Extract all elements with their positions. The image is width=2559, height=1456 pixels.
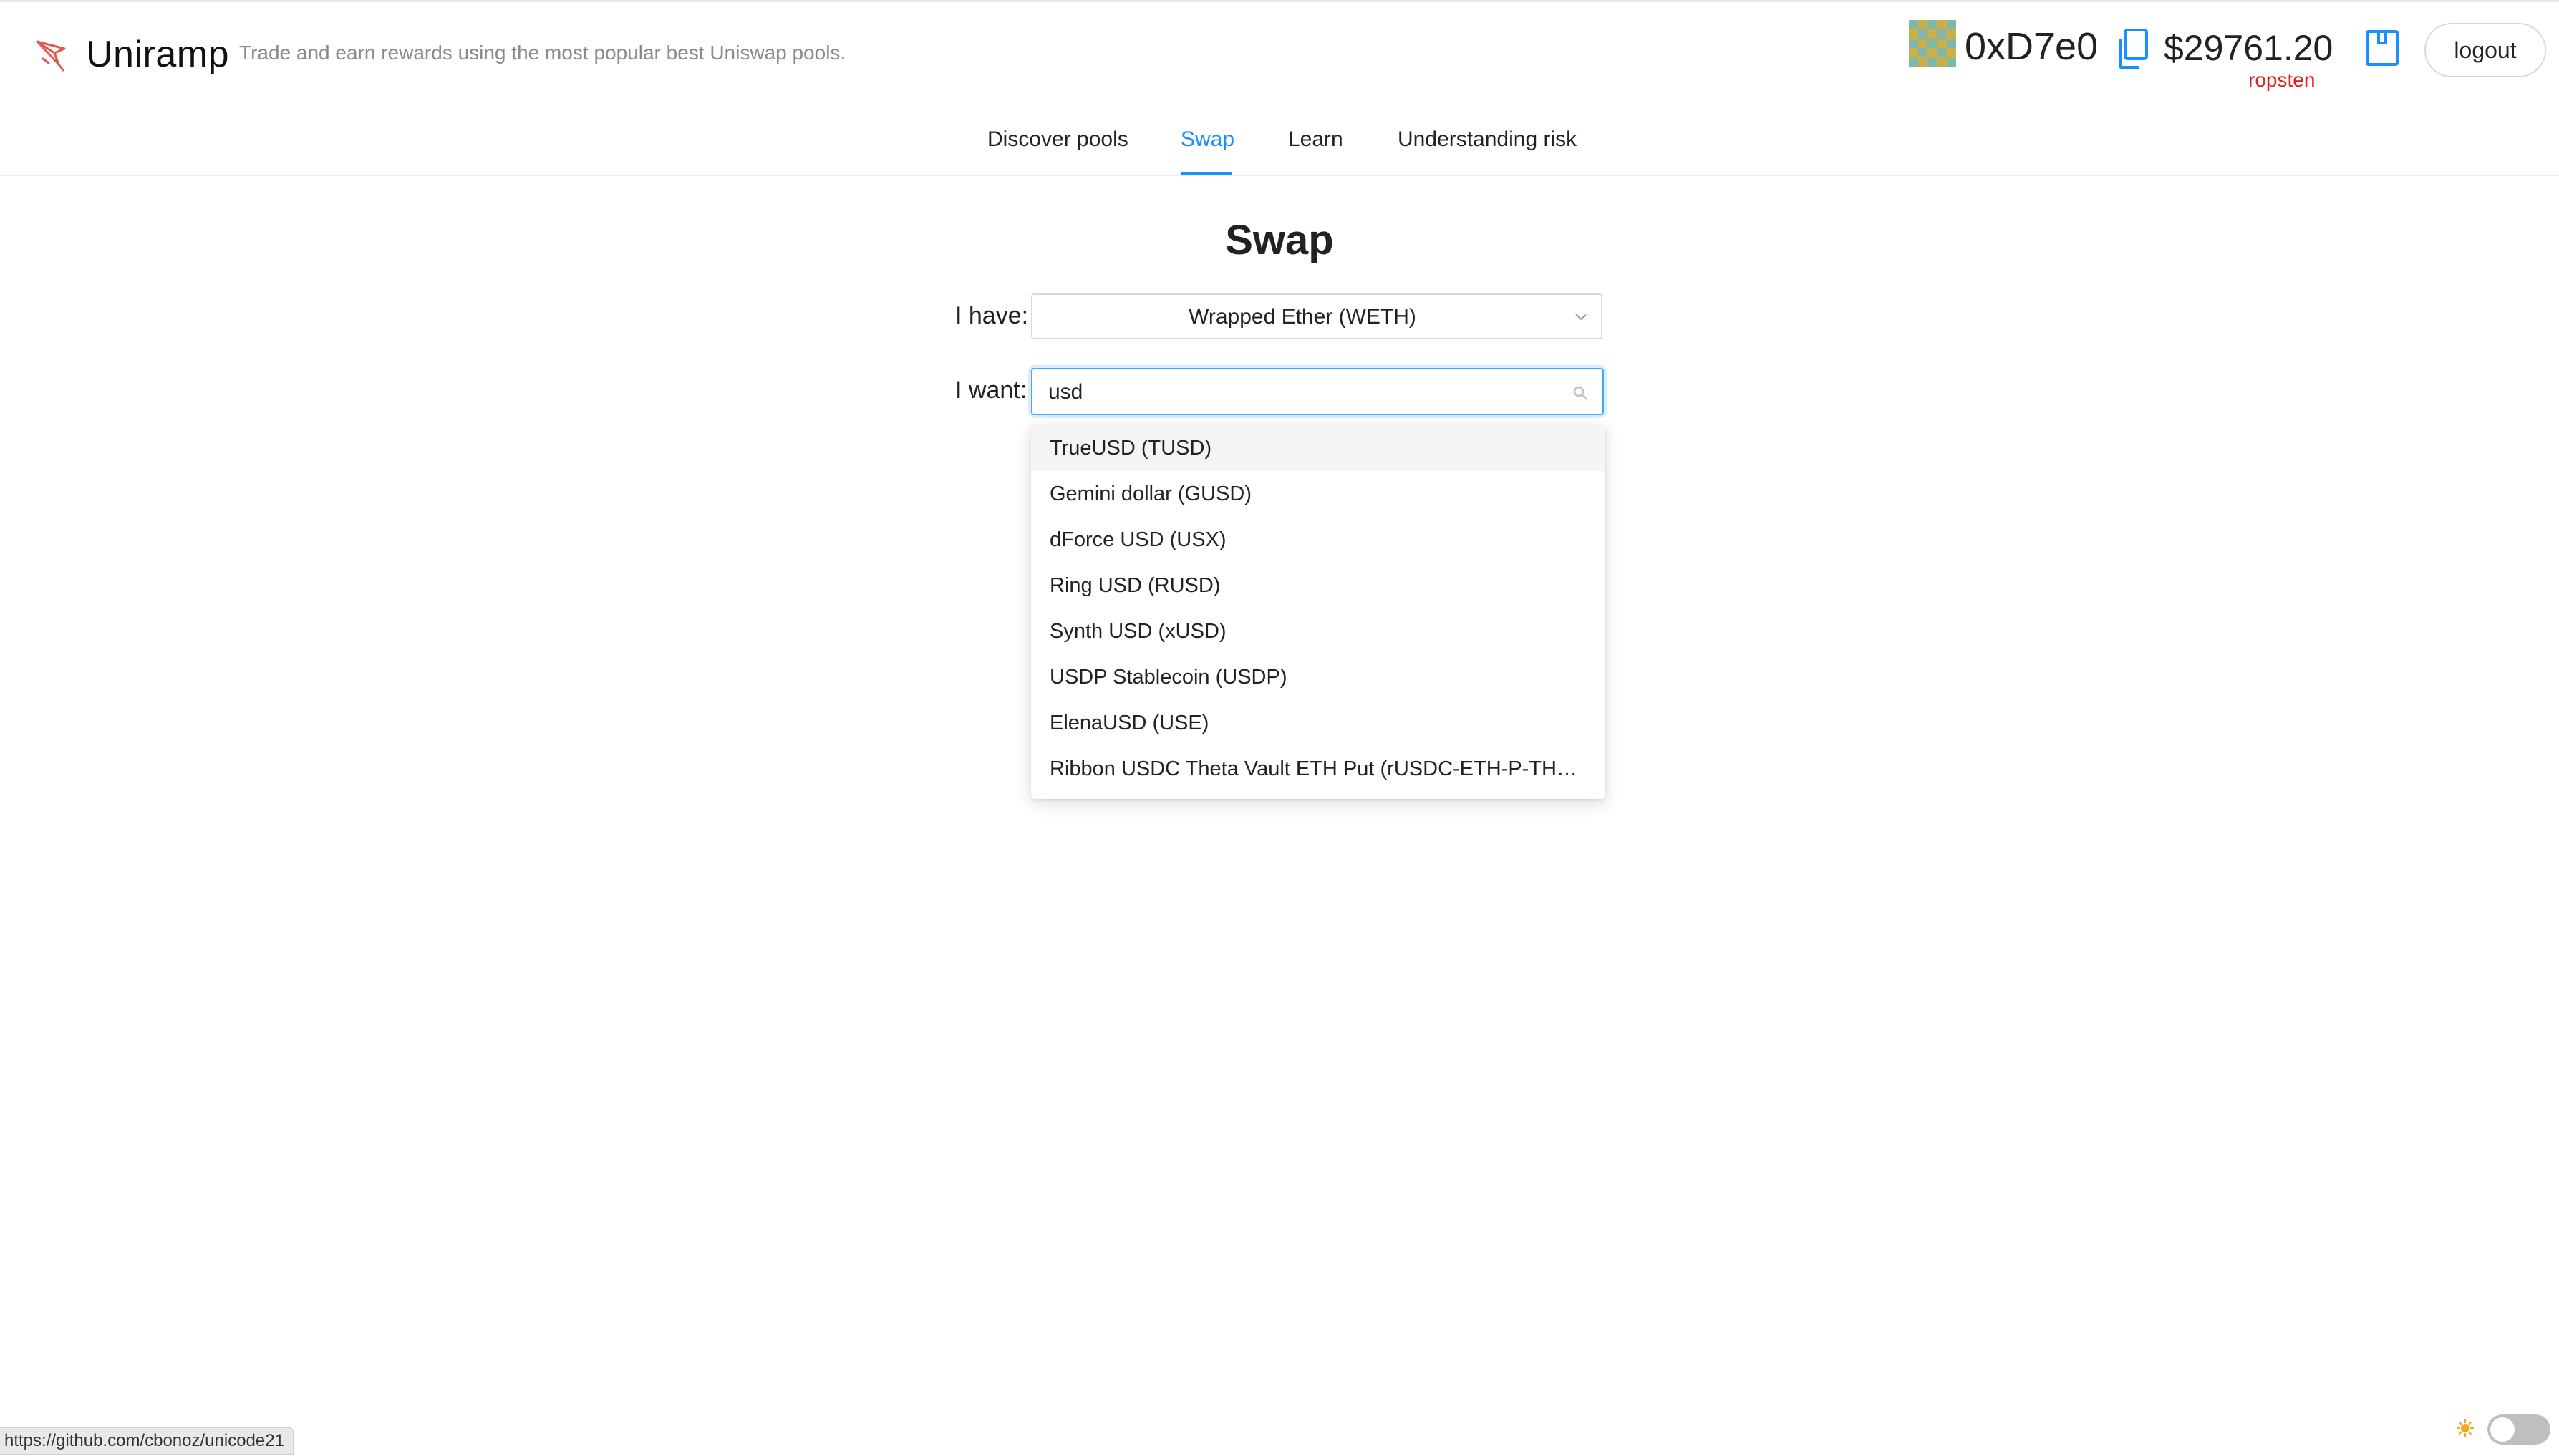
token-option[interactable]: ElenaUSD (USE) xyxy=(1031,700,1605,746)
token-option[interactable]: TrueUSD (TUSD) xyxy=(1031,425,1605,471)
token-option-label: USDP Stablecoin (USDP) xyxy=(1050,666,1287,689)
main-nav: Discover pools Swap Learn Understanding … xyxy=(0,122,2559,175)
chevron-down-icon xyxy=(1575,314,1587,321)
token-option[interactable]: USDP Stablecoin (USDP) xyxy=(1031,654,1605,700)
token-option-label: Gemini dollar (GUSD) xyxy=(1050,482,1252,505)
have-token-select[interactable]: Wrapped Ether (WETH) xyxy=(1031,293,1602,339)
theme-toggle-knob xyxy=(2490,1417,2515,1442)
tab-swap[interactable]: Swap xyxy=(1181,127,1234,152)
want-label: I want: xyxy=(955,377,1027,404)
logout-button[interactable]: logout xyxy=(2424,23,2546,77)
wallet-icon[interactable] xyxy=(2363,29,2401,67)
wallet-address: 0xD7e0 xyxy=(1965,25,2099,68)
app-brand[interactable]: Uniramp xyxy=(86,33,229,76)
account-balance: $29761.20 xyxy=(2164,28,2333,68)
top-border xyxy=(0,0,2559,2)
nav-divider xyxy=(0,175,2559,176)
token-option-label: TrueUSD (TUSD) xyxy=(1050,437,1212,460)
rocket-logo-icon[interactable] xyxy=(33,37,70,74)
token-option-label: ElenaUSD (USE) xyxy=(1050,712,1209,734)
tab-understanding-risk[interactable]: Understanding risk xyxy=(1398,127,1577,152)
token-dropdown: TrueUSD (TUSD) Gemini dollar (GUSD) dFor… xyxy=(1031,425,1605,799)
tab-learn[interactable]: Learn xyxy=(1288,127,1343,152)
token-option-label: Ring USD (RUSD) xyxy=(1050,574,1221,597)
token-option-label: Ribbon USDC Theta Vault ETH Put (rUSDC-E… xyxy=(1050,757,1587,780)
token-option[interactable]: Ribbon USDC Theta Vault ETH Put (rUSDC-E… xyxy=(1031,746,1605,792)
token-option-label: dForce USD (USX) xyxy=(1050,528,1227,551)
token-option[interactable]: dForce USD (USX) xyxy=(1031,517,1605,563)
have-label: I have: xyxy=(955,302,1029,329)
status-bar-url: https://github.com/cbonoz/unicode21 xyxy=(0,1427,294,1455)
search-icon xyxy=(1573,386,1587,400)
token-option[interactable]: Gemini dollar (GUSD) xyxy=(1031,471,1605,517)
copy-icon[interactable] xyxy=(2115,27,2151,72)
app-tagline: Trade and earn rewards using the most po… xyxy=(239,42,846,64)
token-option[interactable]: Ring USD (RUSD) xyxy=(1031,563,1605,608)
page: Uniramp Trade and earn rewards using the… xyxy=(0,0,2559,1456)
token-option-label: Synth USD (xUSD) xyxy=(1050,620,1227,643)
network-name: ropsten xyxy=(2248,69,2316,91)
token-option[interactable]: Synth USD (xUSD) xyxy=(1031,608,1605,654)
want-token-input[interactable] xyxy=(1047,377,1551,408)
tab-discover-pools[interactable]: Discover pools xyxy=(987,127,1128,152)
have-token-value: Wrapped Ether (WETH) xyxy=(1189,305,1416,329)
theme-toggle[interactable] xyxy=(2487,1414,2550,1445)
identicon-avatar xyxy=(1909,20,1956,67)
sun-icon xyxy=(2457,1419,2474,1437)
want-token-search[interactable] xyxy=(1031,368,1604,415)
page-title: Swap xyxy=(1225,217,1334,263)
